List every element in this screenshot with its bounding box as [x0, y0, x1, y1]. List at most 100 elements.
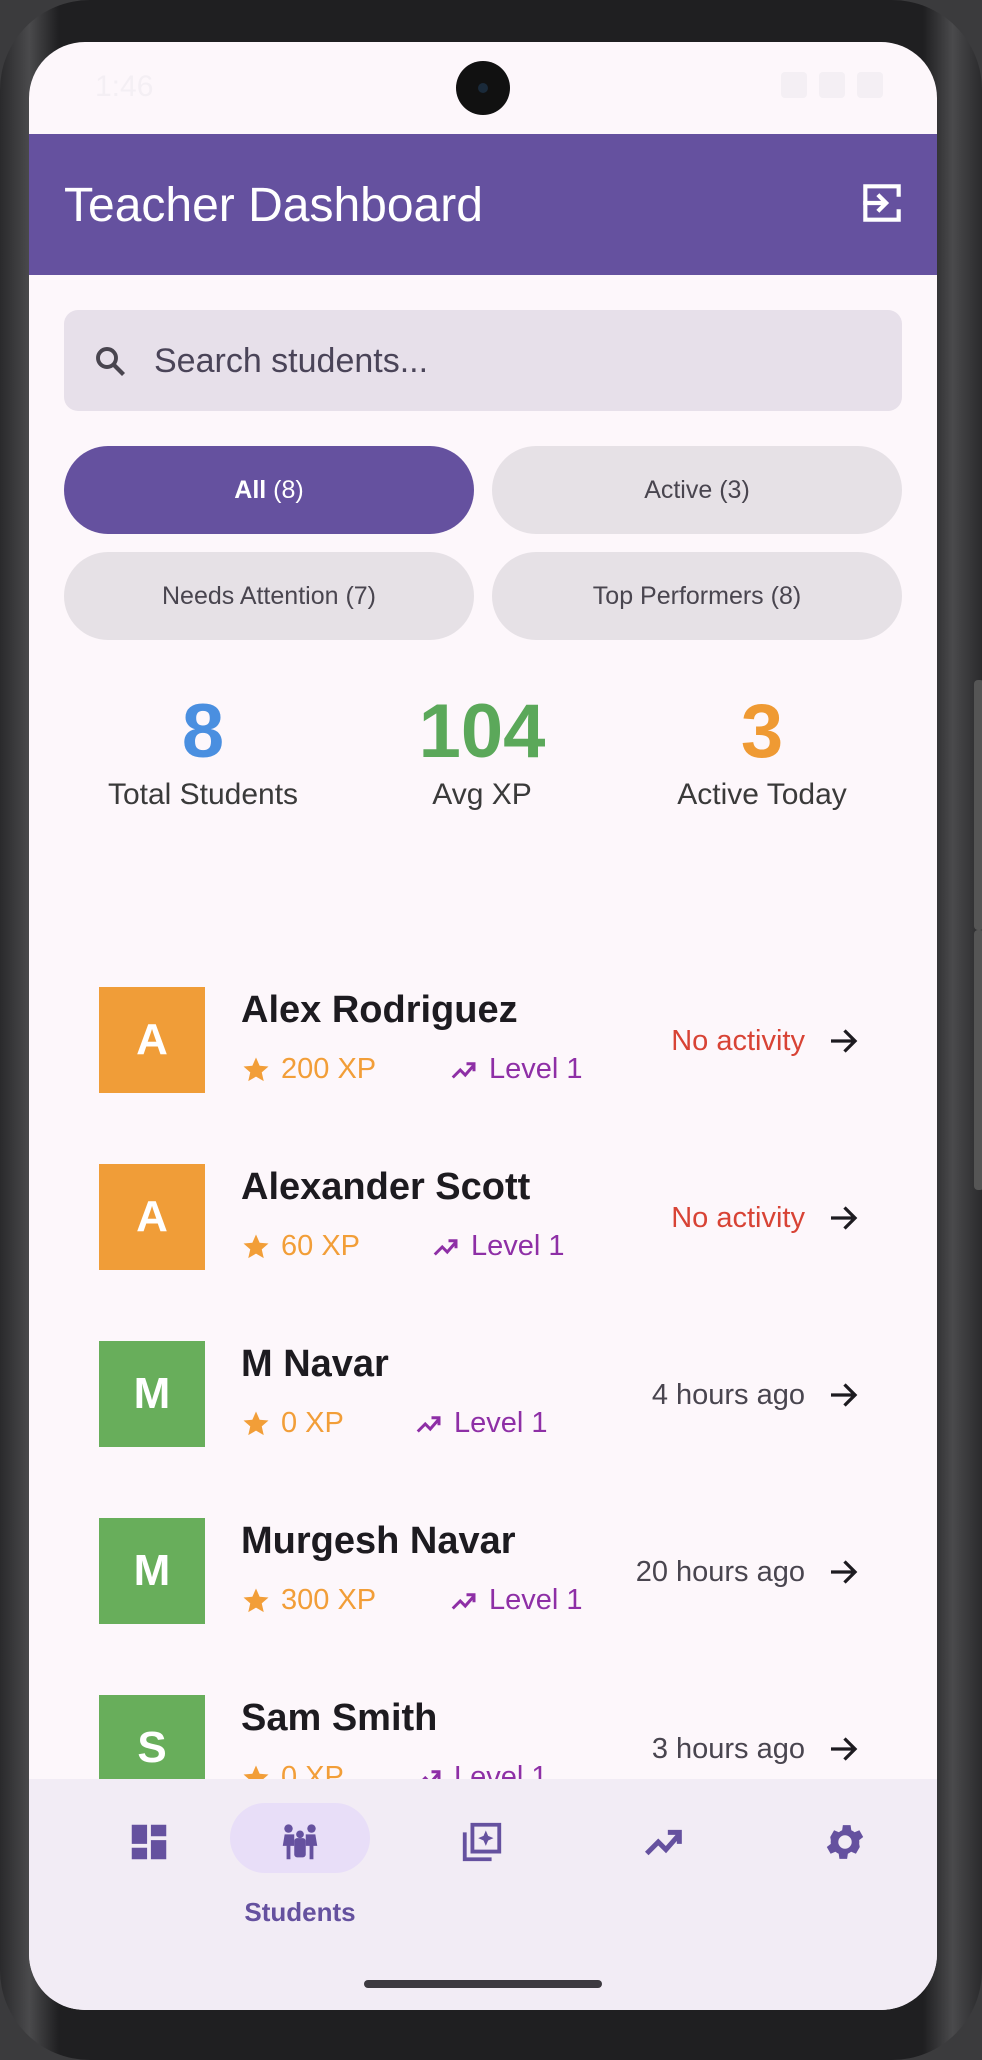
trending-up-icon	[416, 1415, 441, 1433]
student-row[interactable]: A Alexander Scott 60 XP Level 1 No activ…	[29, 1164, 937, 1341]
dashboard-icon	[131, 1824, 167, 1860]
stat-label: Total Students	[107, 778, 299, 811]
stat-active-today: 3 Active Today	[642, 692, 882, 812]
last-activity: 20 hours ago	[635, 1556, 805, 1588]
search-icon	[96, 347, 125, 376]
xp-info: 300 XP	[241, 1584, 376, 1617]
nav-library[interactable]	[412, 1803, 552, 1933]
avatar: M	[99, 1341, 205, 1447]
trending-icon	[644, 1829, 682, 1856]
filter-chip-count: (3)	[719, 475, 750, 504]
filter-chip-label: All	[234, 475, 267, 504]
level-info: Level 1	[414, 1407, 548, 1440]
front-camera	[456, 61, 510, 115]
status-time: 1:46	[95, 70, 154, 103]
screen: 1:46 Teacher Dashboard All (8)	[29, 42, 937, 2010]
filter-chip-top-performers[interactable]: Top Performers (8)	[492, 552, 902, 640]
phone-frame: 1:46 Teacher Dashboard All (8)	[0, 0, 982, 2060]
arrow-right-icon[interactable]	[825, 1731, 861, 1767]
xp-value: 0 XP	[281, 1407, 344, 1439]
student-name: Alexander Scott	[241, 1166, 531, 1208]
trending-up-icon	[451, 1061, 476, 1079]
xp-info: 60 XP	[241, 1230, 360, 1263]
student-name: M Navar	[241, 1343, 389, 1385]
nav-students[interactable]: Students	[230, 1803, 370, 1933]
stat-value: 3	[740, 689, 784, 774]
filter-chip-count: (8)	[273, 475, 304, 504]
nav-label: Students	[244, 1897, 356, 1927]
filter-chip-label: Active	[644, 475, 713, 504]
last-activity: 4 hours ago	[651, 1379, 805, 1411]
arrow-right-icon[interactable]	[825, 1377, 861, 1413]
student-row[interactable]: A Alex Rodriguez 200 XP Level 1 No activ…	[29, 987, 937, 1164]
filter-chip-label: Needs Attention	[161, 581, 339, 610]
status-icons	[781, 72, 883, 98]
avatar: M	[99, 1518, 205, 1624]
app-bar: Teacher Dashboard	[29, 134, 937, 275]
star-icon	[243, 1234, 269, 1258]
power-button	[974, 680, 982, 930]
avatar: A	[99, 987, 205, 1093]
signal-icon	[819, 72, 845, 98]
page-title: Teacher Dashboard	[64, 179, 483, 232]
student-row[interactable]: S Sam Smith 0 XP Level 1 3 hours ago	[29, 1695, 937, 1785]
level-value: Level 1	[489, 1053, 583, 1085]
level-value: Level 1	[454, 1407, 548, 1439]
level-info: Level 1	[449, 1584, 583, 1617]
status-bar: 1:46	[29, 42, 937, 134]
avatar: A	[99, 1164, 205, 1270]
stat-value: 104	[418, 689, 546, 774]
nav-dashboard[interactable]	[79, 1803, 219, 1933]
stat-avg-xp: 104 Avg XP	[362, 692, 602, 812]
student-row[interactable]: M M Navar 0 XP Level 1 4 hours ago	[29, 1341, 937, 1518]
filter-chip-active[interactable]: Active (3)	[492, 446, 902, 534]
student-row[interactable]: M Murgesh Navar 300 XP Level 1 20 hours …	[29, 1518, 937, 1695]
last-activity: No activity	[671, 1025, 805, 1057]
last-activity: 3 hours ago	[651, 1733, 805, 1765]
arrow-right-icon[interactable]	[825, 1200, 861, 1236]
stat-label: Avg XP	[432, 778, 532, 811]
search-bar[interactable]	[64, 310, 902, 413]
filter-chip-count: (8)	[770, 581, 802, 610]
filter-chip-all[interactable]: All (8)	[64, 446, 474, 534]
xp-value: 200 XP	[281, 1053, 377, 1085]
level-info: Level 1	[449, 1053, 583, 1086]
student-name: Murgesh Navar	[241, 1520, 516, 1562]
xp-value: 300 XP	[281, 1584, 377, 1616]
xp-value: 60 XP	[281, 1230, 360, 1262]
star-icon	[243, 1588, 269, 1612]
trending-up-icon	[433, 1238, 458, 1256]
home-indicator[interactable]	[364, 1980, 602, 1988]
filter-chip-needs-attention[interactable]: Needs Attention (7)	[64, 552, 474, 640]
student-name: Sam Smith	[241, 1697, 438, 1739]
logout-icon[interactable]	[857, 178, 907, 228]
bottom-nav: Students	[29, 1779, 937, 2010]
volume-button	[974, 930, 982, 1190]
star-icon	[243, 1057, 269, 1081]
library-icon	[462, 1822, 502, 1862]
stat-total-students: 8 Total Students	[83, 692, 323, 812]
arrow-right-icon[interactable]	[825, 1023, 861, 1059]
nav-progress[interactable]	[594, 1803, 734, 1933]
level-value: Level 1	[471, 1230, 565, 1262]
wifi-icon	[781, 72, 807, 98]
star-icon	[243, 1411, 269, 1435]
level-info: Level 1	[431, 1230, 565, 1263]
stat-value: 8	[181, 689, 225, 774]
student-name: Alex Rodriguez	[241, 989, 518, 1031]
xp-info: 200 XP	[241, 1053, 376, 1086]
level-value: Level 1	[489, 1584, 583, 1616]
xp-info: 0 XP	[241, 1407, 344, 1440]
filter-chip-count: (7)	[345, 581, 377, 610]
battery-icon	[857, 72, 883, 98]
trending-up-icon	[451, 1592, 476, 1610]
students-icon	[282, 1824, 318, 1860]
avatar: S	[99, 1695, 205, 1785]
stat-label: Active Today	[677, 778, 847, 811]
nav-settings[interactable]	[775, 1803, 915, 1933]
search-input[interactable]	[152, 310, 856, 413]
filter-chip-label: Top Performers	[592, 581, 764, 610]
arrow-right-icon[interactable]	[825, 1554, 861, 1590]
last-activity: No activity	[671, 1202, 805, 1234]
settings-icon	[826, 1825, 864, 1859]
